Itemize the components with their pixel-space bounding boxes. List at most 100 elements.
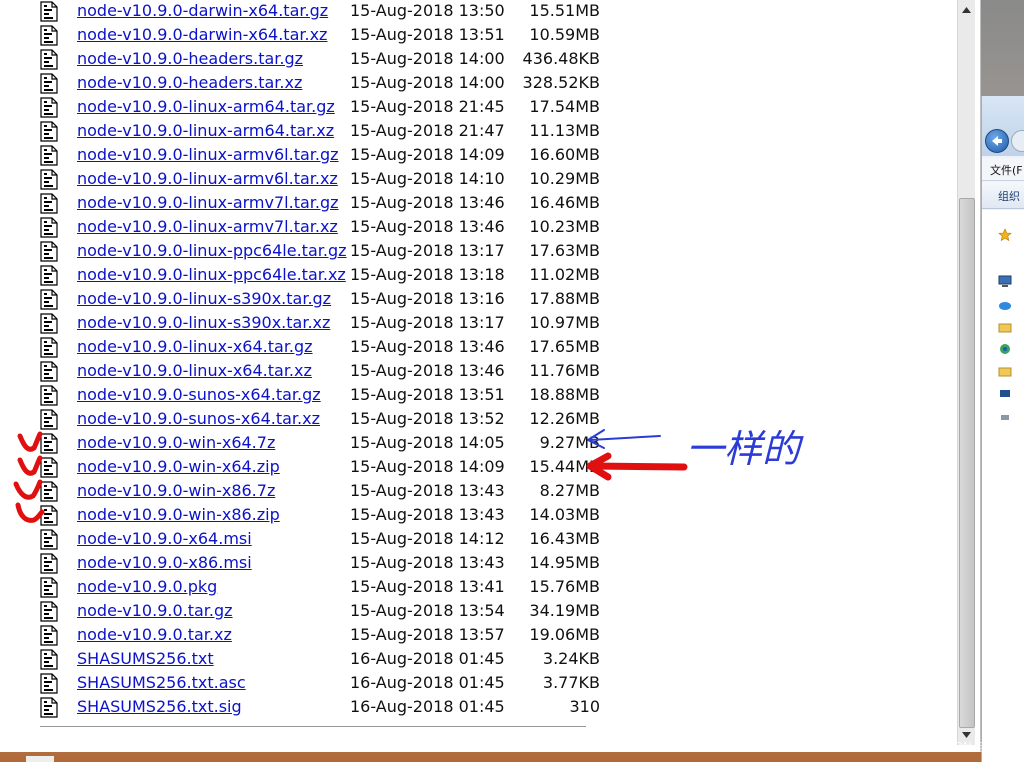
file-row: node-v10.9.0-win-x86.7z 15-Aug-2018 13:43…: [40, 479, 600, 503]
file-link[interactable]: node-v10.9.0-headers.tar.gz: [77, 47, 303, 71]
file-link[interactable]: node-v10.9.0.tar.gz: [77, 599, 233, 623]
file-icon: [40, 313, 58, 334]
file-row: node-v10.9.0-linux-armv7l.tar.xz 15-Aug-2…: [40, 215, 600, 239]
file-link[interactable]: node-v10.9.0-linux-arm64.tar.xz: [77, 119, 334, 143]
file-link[interactable]: node-v10.9.0-linux-armv6l.tar.gz: [77, 143, 339, 167]
file-link[interactable]: node-v10.9.0.tar.xz: [77, 623, 232, 647]
file-icon: [40, 601, 58, 622]
file-link[interactable]: SHASUMS256.txt.asc: [77, 671, 246, 695]
file-link[interactable]: node-v10.9.0-linux-ppc64le.tar.xz: [77, 263, 346, 287]
file-row: node-v10.9.0-linux-armv7l.tar.gz 15-Aug-2…: [40, 191, 600, 215]
file-size: 17.65MB: [529, 337, 600, 356]
file-date: 15-Aug-2018 13:17: [350, 241, 505, 260]
file-link[interactable]: node-v10.9.0-linux-s390x.tar.gz: [77, 287, 331, 311]
file-size: 11.02MB: [529, 265, 600, 284]
file-size: 18.88MB: [529, 385, 600, 404]
file-icon: [40, 361, 58, 382]
file-size: 10.23MB: [529, 217, 600, 236]
file-icon: [40, 73, 58, 94]
file-link[interactable]: node-v10.9.0-win-x64.zip: [77, 455, 280, 479]
file-row: node-v10.9.0-headers.tar.xz 15-Aug-2018 1…: [40, 71, 600, 95]
file-link[interactable]: node-v10.9.0-linux-s390x.tar.xz: [77, 311, 330, 335]
file-link[interactable]: node-v10.9.0-darwin-x64.tar.xz: [77, 23, 327, 47]
file-size: 3.77KB: [542, 673, 600, 692]
file-link[interactable]: node-v10.9.0-linux-armv7l.tar.xz: [77, 215, 338, 239]
file-size: 11.13MB: [529, 121, 600, 140]
file-link[interactable]: node-v10.9.0-linux-armv7l.tar.gz: [77, 191, 339, 215]
file-row: node-v10.9.0-linux-s390x.tar.gz 15-Aug-20…: [40, 287, 600, 311]
file-link[interactable]: node-v10.9.0-linux-arm64.tar.gz: [77, 95, 335, 119]
file-icon: [40, 49, 58, 70]
forward-arrow-icon[interactable]: [1011, 130, 1024, 152]
file-date: 16-Aug-2018 01:45: [350, 649, 505, 668]
back-arrow-icon[interactable]: [985, 129, 1009, 153]
file-menu[interactable]: 文件(F: [990, 162, 1023, 178]
file-date: 15-Aug-2018 13:18: [350, 265, 505, 284]
file-size: 15.76MB: [529, 577, 600, 596]
file-link[interactable]: node-v10.9.0-win-x86.zip: [77, 503, 280, 527]
file-row: node-v10.9.0-win-x64.7z 15-Aug-2018 14:05…: [40, 431, 600, 455]
file-size: 34.19MB: [529, 601, 600, 620]
file-icon: [40, 169, 58, 190]
file-date: 15-Aug-2018 14:12: [350, 529, 505, 548]
file-row: node-v10.9.0-linux-x64.tar.gz 15-Aug-2018…: [40, 335, 600, 359]
file-icon: [40, 649, 58, 670]
watermark: CSDN @果汶: [940, 740, 1008, 753]
file-link[interactable]: node-v10.9.0-darwin-x64.tar.gz: [77, 0, 328, 23]
file-size: 10.59MB: [529, 25, 600, 44]
file-link[interactable]: node-v10.9.0.pkg: [77, 575, 217, 599]
file-size: 19.06MB: [529, 625, 600, 644]
file-size: 17.63MB: [529, 241, 600, 260]
organize-button[interactable]: 组织: [998, 188, 1020, 204]
file-link[interactable]: node-v10.9.0-linux-armv6l.tar.xz: [77, 167, 338, 191]
explorer-command-bar: 组织: [982, 182, 1024, 209]
vertical-scrollbar[interactable]: [957, 0, 975, 745]
file-link[interactable]: node-v10.9.0-linux-x64.tar.xz: [77, 359, 312, 383]
scrollbar-thumb[interactable]: [959, 198, 975, 728]
file-icon: [40, 673, 58, 694]
file-link[interactable]: SHASUMS256.txt.sig: [77, 695, 242, 719]
file-date: 15-Aug-2018 13:51: [350, 25, 505, 44]
cloud-icon[interactable]: [998, 298, 1012, 312]
monitor-icon[interactable]: [998, 388, 1012, 402]
listing-bottom-rule: [40, 726, 586, 727]
file-link[interactable]: node-v10.9.0-x86.msi: [77, 551, 252, 575]
file-link[interactable]: node-v10.9.0-win-x64.7z: [77, 431, 275, 455]
file-size: 16.46MB: [529, 193, 600, 212]
file-link[interactable]: SHASUMS256.txt: [77, 647, 214, 671]
file-date: 15-Aug-2018 14:09: [350, 457, 505, 476]
star-icon[interactable]: [998, 228, 1012, 242]
file-row: node-v10.9.0-win-x64.zip 15-Aug-2018 14:0…: [40, 455, 600, 479]
file-date: 15-Aug-2018 13:50: [350, 1, 505, 20]
file-icon: [40, 577, 58, 598]
folder-icon[interactable]: [998, 364, 1012, 378]
file-link[interactable]: node-v10.9.0-win-x86.7z: [77, 479, 275, 503]
file-link[interactable]: node-v10.9.0-headers.tar.xz: [77, 71, 302, 95]
file-link[interactable]: node-v10.9.0-sunos-x64.tar.xz: [77, 407, 320, 431]
folder-icon[interactable]: [998, 320, 1012, 334]
file-size: 15.51MB: [529, 1, 600, 20]
file-date: 15-Aug-2018 13:43: [350, 481, 505, 500]
file-date: 15-Aug-2018 13:16: [350, 289, 505, 308]
file-link[interactable]: node-v10.9.0-x64.msi: [77, 527, 252, 551]
network-icon[interactable]: [998, 342, 1012, 356]
file-row: node-v10.9.0-linux-ppc64le.tar.xz 15-Aug-…: [40, 263, 600, 287]
file-icon: [40, 145, 58, 166]
file-row: SHASUMS256.txt 16-Aug-2018 01:45 3.24KB: [40, 647, 600, 671]
file-icon: [40, 121, 58, 142]
file-link[interactable]: node-v10.9.0-linux-x64.tar.gz: [77, 335, 313, 359]
drive-icon[interactable]: [998, 410, 1012, 424]
computer-icon[interactable]: [998, 274, 1012, 288]
file-link[interactable]: node-v10.9.0-linux-ppc64le.tar.gz: [77, 239, 347, 263]
file-row: node-v10.9.0-linux-x64.tar.xz 15-Aug-2018…: [40, 359, 600, 383]
file-size: 16.43MB: [529, 529, 600, 548]
file-icon: [40, 289, 58, 310]
file-size: 14.95MB: [529, 553, 600, 572]
arrow-up-icon[interactable]: [958, 2, 975, 19]
file-size: 9.27MB: [539, 433, 600, 452]
explorer-toolbar: [982, 96, 1024, 156]
file-date: 15-Aug-2018 13:54: [350, 601, 505, 620]
file-date: 15-Aug-2018 21:45: [350, 97, 505, 116]
file-date: 15-Aug-2018 13:43: [350, 505, 505, 524]
file-link[interactable]: node-v10.9.0-sunos-x64.tar.gz: [77, 383, 321, 407]
